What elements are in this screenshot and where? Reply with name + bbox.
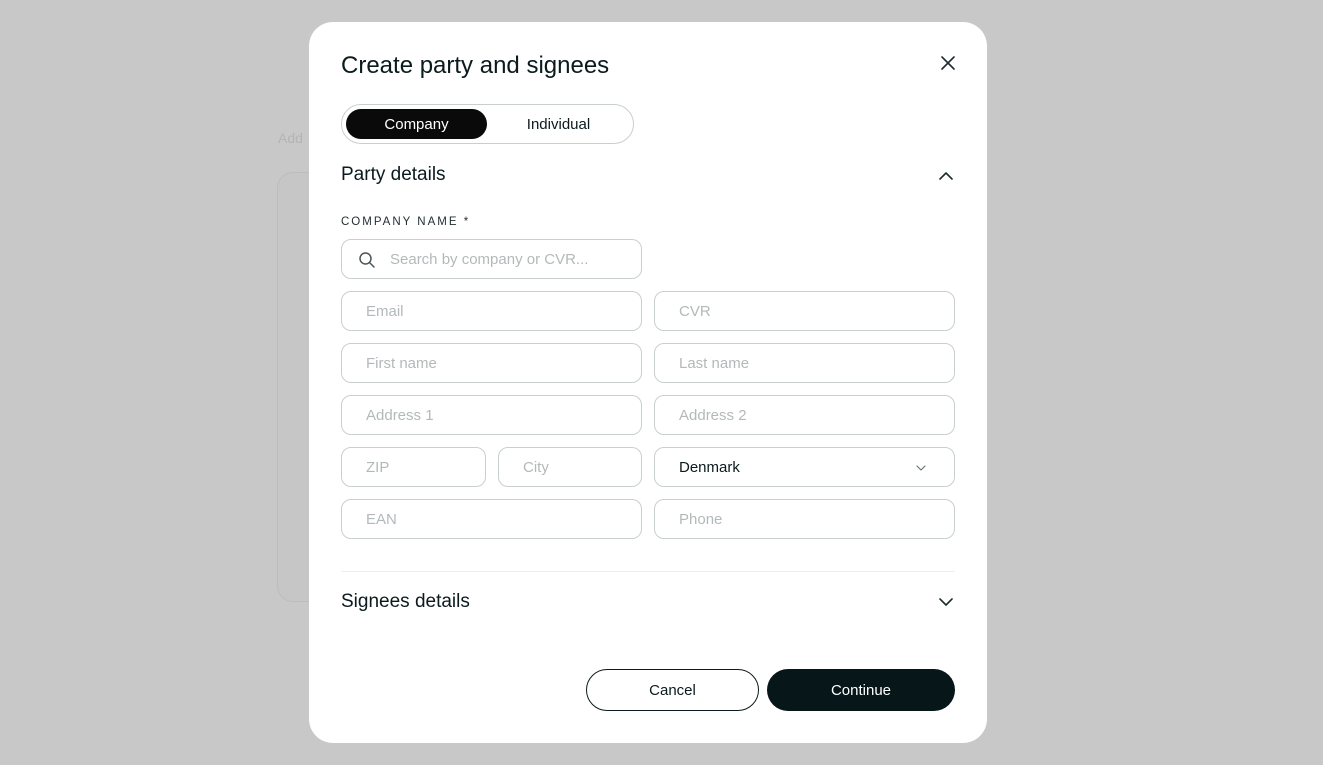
party-type-toggle: Company Individual (341, 104, 634, 144)
close-icon (941, 56, 955, 70)
email-placeholder: Email (366, 302, 404, 320)
section-divider (341, 571, 955, 572)
country-select[interactable]: Denmark (654, 447, 955, 487)
signees-details-header[interactable]: Signees details (341, 587, 955, 617)
ean-placeholder: EAN (366, 510, 397, 528)
last-name-placeholder: Last name (679, 354, 750, 372)
company-search-input[interactable]: Search by company or CVR... (341, 239, 642, 279)
create-party-modal: Create party and signees Company Individ… (309, 22, 987, 743)
company-name-label: COMPANY NAME * (341, 216, 471, 228)
first-name-placeholder: First name (366, 354, 437, 372)
email-field[interactable]: Email (341, 291, 642, 331)
cancel-button[interactable]: Cancel (586, 669, 759, 711)
background-label: Add (278, 130, 303, 146)
close-button[interactable] (937, 52, 959, 74)
chevron-down-icon (937, 593, 955, 611)
company-search-placeholder: Search by company or CVR... (390, 250, 589, 268)
cvr-field[interactable]: CVR (654, 291, 955, 331)
address1-placeholder: Address 1 (366, 406, 434, 424)
phone-placeholder: Phone (679, 510, 723, 528)
ean-field[interactable]: EAN (341, 499, 642, 539)
first-name-field[interactable]: First name (341, 343, 642, 383)
party-details-title: Party details (341, 164, 446, 185)
address2-placeholder: Address 2 (679, 406, 747, 424)
city-field[interactable]: City (498, 447, 642, 487)
toggle-company[interactable]: Company (346, 109, 487, 139)
city-placeholder: City (523, 458, 549, 476)
chevron-up-icon (937, 166, 955, 184)
address2-field[interactable]: Address 2 (654, 395, 955, 435)
zip-placeholder: ZIP (366, 458, 390, 476)
address1-field[interactable]: Address 1 (341, 395, 642, 435)
modal-title: Create party and signees (341, 52, 610, 79)
cvr-placeholder: CVR (679, 302, 711, 320)
continue-button[interactable]: Continue (767, 669, 955, 711)
zip-field[interactable]: ZIP (341, 447, 486, 487)
last-name-field[interactable]: Last name (654, 343, 955, 383)
signees-details-title: Signees details (341, 591, 470, 612)
country-value: Denmark (679, 458, 740, 476)
phone-field[interactable]: Phone (654, 499, 955, 539)
chevron-down-icon (916, 465, 926, 471)
search-icon (359, 252, 375, 268)
party-details-header[interactable]: Party details (341, 160, 955, 190)
toggle-individual[interactable]: Individual (488, 109, 629, 139)
